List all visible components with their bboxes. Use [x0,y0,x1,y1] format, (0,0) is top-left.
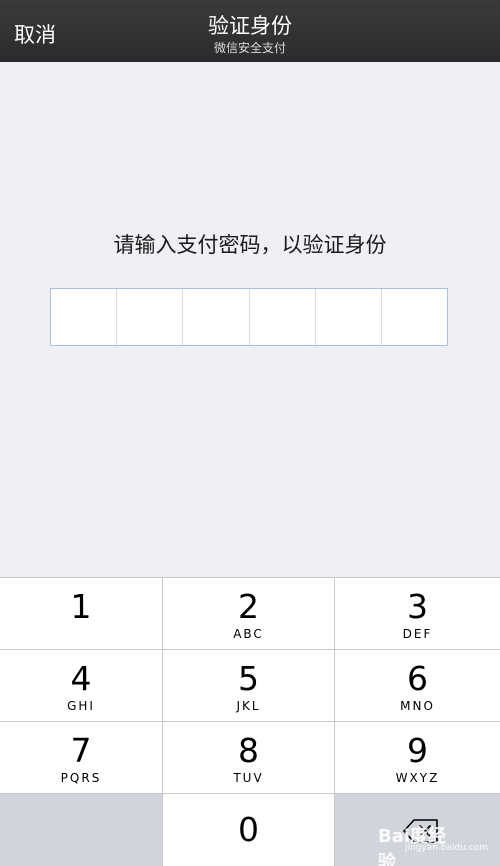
key-number: 2 [238,587,259,626]
key-number: 9 [407,731,428,770]
page-subtitle: 微信安全支付 [213,41,286,55]
key-7[interactable]: 7 PQRS [0,722,163,794]
key-letters: GHI [67,699,95,713]
delete-key[interactable]: Bai度经验 jingyan.baidu.com [335,794,500,866]
key-letters: PQRS [60,771,102,785]
key-letters: JKL [236,699,261,713]
key-6[interactable]: 6 MNO [335,650,500,722]
payment-verify-screen: 取消 验证身份 微信安全支付 请输入支付密码，以验证身份 1 2 ABC 3 D… [0,0,500,866]
key-letters: ABC [233,627,264,641]
numeric-keypad: 1 2 ABC 3 DEF 4 GHI 5 JKL 6 MNO 7 PQRS 8 [0,577,500,866]
key-letters: WXYZ [395,771,440,785]
backspace-icon [403,819,438,843]
key-number: 4 [70,659,92,698]
pin-digit-box [117,289,184,345]
watermark-sub-text: jingyan.baidu.com [404,843,488,853]
pin-digit-box [316,289,382,345]
pin-digit-box [250,289,316,345]
key-5[interactable]: 5 JKL [163,650,335,722]
pin-digit-box [51,289,118,345]
pin-digit-box [183,289,250,345]
key-number: 0 [238,810,259,849]
key-3[interactable]: 3 DEF [335,578,500,650]
pin-input[interactable] [50,288,448,346]
key-letters: DEF [402,627,433,641]
password-prompt: 请输入支付密码，以验证身份 [113,233,387,257]
key-number: 5 [238,659,259,698]
key-letters: TUV [233,771,264,785]
key-number: 7 [70,731,92,770]
key-number: 8 [238,731,259,770]
page-title: 验证身份 [208,14,292,38]
pin-digit-box [382,289,447,345]
key-4[interactable]: 4 GHI [0,650,163,722]
key-number: 6 [407,659,428,698]
key-9[interactable]: 9 WXYZ [335,722,500,794]
key-8[interactable]: 8 TUV [163,722,335,794]
key-0[interactable]: 0 [163,794,335,866]
navigation-bar: 取消 验证身份 微信安全支付 [0,0,500,62]
key-1[interactable]: 1 [0,578,163,650]
key-number: 1 [70,587,92,626]
key-blank [0,794,163,866]
key-2[interactable]: 2 ABC [163,578,335,650]
key-number: 3 [407,587,428,626]
key-letters: MNO [400,699,435,713]
